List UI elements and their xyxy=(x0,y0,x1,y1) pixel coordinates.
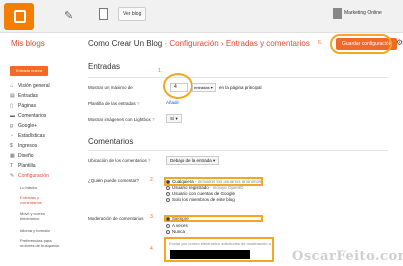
layout-icon: ▦ xyxy=(10,153,15,159)
radio-button[interactable] xyxy=(166,191,170,196)
moderation-email-label: Enviar por correo electrónico solicitude… xyxy=(169,241,271,246)
sidebar-sub-posts-comments[interactable]: Entradas y comentarios xyxy=(20,195,50,205)
stats-icon: ◔ xyxy=(10,133,14,139)
comments-icon: ▬ xyxy=(10,113,15,119)
radio-button[interactable] xyxy=(166,216,170,221)
step-number-6: 6. xyxy=(318,40,323,46)
max-posts-label: Mostrar un máximo de xyxy=(88,85,133,90)
settings-icon: ✎ xyxy=(10,173,15,179)
step-number-2: 2. xyxy=(150,177,155,183)
radio-button[interactable] xyxy=(166,223,170,228)
earnings-icon: $ xyxy=(10,143,13,149)
top-bar: ✎ Ver blog Marketing Online xyxy=(0,0,403,33)
sidebar-item-settings[interactable]: ✎ Configuración xyxy=(10,171,49,181)
lightbox-select[interactable]: Sí ▾ xyxy=(166,114,182,123)
blog-name[interactable]: Como Crear Un Blog xyxy=(88,39,162,48)
new-post-button[interactable]: Entrada nueva xyxy=(10,66,48,76)
my-blogs-link[interactable]: Mis blogs xyxy=(11,39,45,48)
comment-location-label: Ubicación de los comentarios ? xyxy=(88,158,151,163)
max-posts-suffix: en la página principal xyxy=(219,85,262,90)
home-icon: ⌂ xyxy=(10,83,14,89)
posts-unit-select[interactable]: entradas ▾ xyxy=(192,83,216,92)
google-plus-icon: g xyxy=(10,123,13,129)
moderation-option-always[interactable]: Siempre xyxy=(166,216,189,222)
help-icon[interactable]: ? xyxy=(137,101,140,106)
document-icon[interactable] xyxy=(99,8,108,20)
annotation-ring-save xyxy=(330,34,392,54)
sidebar-sub-basics[interactable]: Lo básico xyxy=(20,185,37,190)
radio-button[interactable] xyxy=(166,185,170,190)
sidebar-sub-mobile-email[interactable]: Móvil y correo electrónico xyxy=(20,211,52,221)
watermark: OscarFeito.com xyxy=(292,249,403,264)
comments-section-title: Comentarios xyxy=(88,137,134,146)
step-number-4: 4. xyxy=(150,246,155,252)
avatar-icon[interactable] xyxy=(333,8,342,19)
posts-icon: ▤ xyxy=(10,93,15,99)
blogger-logo-icon[interactable] xyxy=(4,3,34,30)
radio-button[interactable] xyxy=(166,197,170,202)
sidebar-item-template[interactable]: T Plantilla xyxy=(10,161,36,171)
pencil-icon[interactable]: ✎ xyxy=(64,9,73,22)
posts-section-title: Entradas xyxy=(88,62,121,71)
sidebar-item-stats[interactable]: ◔ Estadísticas xyxy=(10,131,45,141)
sidebar-item-layout[interactable]: ▦ Diseño xyxy=(10,151,34,161)
template-icon: T xyxy=(10,163,14,169)
sidebar-sub-language[interactable]: Idioma y formato xyxy=(20,228,50,233)
username[interactable]: Marketing Online xyxy=(344,10,382,16)
lightbox-label: Mostrar imágenes con Lightbox ? xyxy=(88,117,155,122)
who-can-comment-label: ¿Quién puede comentar? xyxy=(88,178,140,183)
divider xyxy=(88,77,388,78)
moderation-option-never[interactable]: Nunca xyxy=(166,229,185,235)
pages-icon: ▯ xyxy=(10,103,13,109)
annotation-ring-max-posts xyxy=(163,73,193,99)
gear-icon[interactable]: ⚙ xyxy=(396,38,403,47)
help-icon[interactable]: ? xyxy=(148,158,151,163)
sidebar-item-earnings[interactable]: $ Ingresos xyxy=(10,141,37,151)
help-icon[interactable]: ? xyxy=(152,117,155,122)
breadcrumb-section: · Configuración › Entradas y comentarios xyxy=(164,39,310,48)
divider xyxy=(88,150,388,151)
who-option-members[interactable]: Solo los miembros de este blog xyxy=(166,197,235,203)
sidebar-item-posts[interactable]: ▤ Entradas xyxy=(10,91,38,101)
view-blog-button[interactable]: Ver blog xyxy=(118,7,147,21)
annotation-box-email: Enviar por correo electrónico solicitude… xyxy=(164,237,274,262)
comment-location-select[interactable]: Debajo de la entrada ▾ xyxy=(166,156,220,165)
step-number-3: 3. xyxy=(150,214,155,220)
sidebar-item-comments[interactable]: ▬ Comentarios xyxy=(10,111,46,121)
step-number-1: 1. xyxy=(158,68,163,74)
sidebar-item-pages[interactable]: ▯ Páginas xyxy=(10,101,36,111)
moderation-email-input[interactable] xyxy=(170,250,250,259)
add-template-link[interactable]: Añadir xyxy=(166,100,179,105)
sidebar-item-google-plus[interactable]: g Google+ xyxy=(10,121,37,131)
sidebar-item-overview[interactable]: ⌂ Visión general xyxy=(10,81,50,91)
breadcrumb: Como Crear Un Blog · Configuración › Ent… xyxy=(88,39,310,48)
sidebar-sub-search-prefs[interactable]: Preferencias para motores de búsqueda xyxy=(20,238,60,248)
radio-button[interactable] xyxy=(166,179,170,184)
moderation-label: Moderación de comentarios xyxy=(88,216,144,221)
post-template-label: Plantilla de las entradas ? xyxy=(88,101,140,106)
radio-button[interactable] xyxy=(166,229,170,234)
